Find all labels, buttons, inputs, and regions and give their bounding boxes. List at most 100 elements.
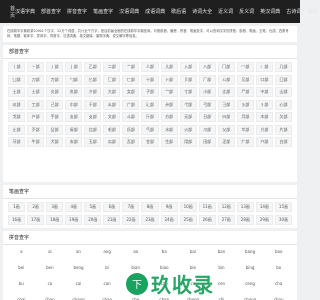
radical-link[interactable]: 水部 bbox=[160, 124, 178, 135]
radical-link[interactable]: 廴部 bbox=[141, 99, 159, 110]
pinyin-link[interactable]: ai bbox=[37, 248, 64, 256]
pinyin-link[interactable]: bai bbox=[180, 248, 207, 256]
stroke-link[interactable]: 19画 bbox=[65, 214, 83, 225]
stroke-link[interactable]: 24画 bbox=[160, 214, 178, 225]
radical-link[interactable]: 生部 bbox=[160, 137, 178, 147]
radical-link[interactable]: 亅部 bbox=[65, 62, 83, 72]
radical-link[interactable]: 疒部 bbox=[236, 137, 254, 147]
radical-link[interactable]: 丨部 bbox=[8, 62, 26, 72]
radical-link[interactable]: 冫部 bbox=[255, 62, 273, 72]
radical-link[interactable]: 刀部 bbox=[27, 74, 45, 85]
radical-link[interactable]: 文部 bbox=[103, 112, 121, 122]
radical-link[interactable]: 彡部 bbox=[236, 99, 254, 110]
nav-link[interactable]: 诗词大全 bbox=[192, 8, 212, 15]
stroke-link[interactable]: 1画 bbox=[8, 202, 26, 212]
radical-link[interactable]: 力部 bbox=[46, 74, 64, 85]
radical-link[interactable]: 牙部 bbox=[8, 137, 26, 147]
stroke-link[interactable]: 15画 bbox=[274, 202, 292, 212]
radical-link[interactable]: 癶部 bbox=[255, 137, 273, 147]
pinyin-link[interactable]: ao bbox=[122, 248, 149, 256]
radical-link[interactable]: 乙部 bbox=[84, 62, 102, 72]
pinyin-link[interactable]: ban bbox=[208, 248, 235, 256]
radical-link[interactable]: 户部 bbox=[27, 112, 45, 122]
pinyin-link[interactable]: cha bbox=[265, 280, 292, 288]
radical-link[interactable]: 己部 bbox=[46, 99, 64, 110]
stroke-link[interactable]: 6画 bbox=[103, 202, 121, 212]
radical-link[interactable]: 方部 bbox=[160, 112, 178, 122]
radical-link[interactable]: 勹部 bbox=[65, 74, 83, 85]
stroke-link[interactable]: 12画 bbox=[217, 202, 235, 212]
radical-link[interactable]: 冖部 bbox=[236, 62, 254, 72]
radical-link[interactable]: 氏部 bbox=[122, 124, 140, 135]
radical-link[interactable]: 士部 bbox=[27, 87, 45, 97]
radical-link[interactable]: 曰部 bbox=[217, 112, 235, 122]
radical-link[interactable]: 几部 bbox=[274, 62, 292, 72]
radical-link[interactable]: 田部 bbox=[198, 137, 216, 147]
stroke-link[interactable]: 14画 bbox=[255, 202, 273, 212]
radical-link[interactable]: 匸部 bbox=[122, 74, 140, 85]
pinyin-link[interactable]: bo bbox=[265, 264, 292, 272]
radical-link[interactable]: 戈部 bbox=[8, 112, 26, 122]
radical-link[interactable]: 无部 bbox=[179, 112, 197, 122]
pinyin-link[interactable]: ba bbox=[151, 248, 178, 256]
nav-link[interactable]: 近义词 bbox=[218, 8, 233, 15]
radical-link[interactable]: 用部 bbox=[179, 137, 197, 147]
radical-link[interactable]: 爿部 bbox=[255, 124, 273, 135]
radical-link[interactable]: 廾部 bbox=[160, 99, 178, 110]
stroke-link[interactable]: 8画 bbox=[141, 202, 159, 212]
stroke-link[interactable]: 22画 bbox=[122, 214, 140, 225]
pinyin-link[interactable]: chang bbox=[65, 296, 92, 300]
radical-link[interactable]: 夊部 bbox=[65, 87, 83, 97]
radical-link[interactable]: 工部 bbox=[27, 99, 45, 110]
radical-link[interactable]: 匚部 bbox=[103, 74, 121, 85]
pinyin-link[interactable]: bing bbox=[237, 264, 264, 272]
radical-link[interactable]: 攴部 bbox=[84, 112, 102, 122]
stroke-link[interactable]: 26画 bbox=[198, 214, 216, 225]
radical-link[interactable]: 手部 bbox=[46, 112, 64, 122]
stroke-link[interactable]: 5画 bbox=[84, 202, 102, 212]
pinyin-link[interactable]: chou bbox=[265, 296, 292, 300]
radical-link[interactable]: 屮部 bbox=[255, 87, 273, 97]
radical-link[interactable]: 又部 bbox=[236, 74, 254, 85]
radical-link[interactable]: 心部 bbox=[274, 99, 292, 110]
radical-link[interactable]: 气部 bbox=[141, 124, 159, 135]
radical-link[interactable]: 人部 bbox=[141, 62, 159, 72]
radical-link[interactable]: 寸部 bbox=[179, 87, 197, 97]
radical-link[interactable]: 山部 bbox=[274, 87, 292, 97]
nav-link[interactable]: 汉语字典 bbox=[15, 8, 35, 15]
stroke-link[interactable]: 21画 bbox=[103, 214, 121, 225]
radical-link[interactable]: 丿部 bbox=[46, 62, 64, 72]
nav-link[interactable]: 古诗词 bbox=[286, 8, 301, 15]
radical-link[interactable]: 囗部 bbox=[274, 74, 292, 85]
radical-link[interactable]: 歹部 bbox=[27, 124, 45, 135]
stroke-link[interactable]: 18画 bbox=[46, 214, 64, 225]
radical-link[interactable]: 卜部 bbox=[160, 74, 178, 85]
pinyin-link[interactable]: ceng bbox=[237, 280, 264, 288]
stroke-link[interactable]: 9画 bbox=[160, 202, 178, 212]
radical-link[interactable]: 片部 bbox=[274, 124, 292, 135]
pinyin-link[interactable]: chai bbox=[8, 296, 35, 300]
radical-link[interactable]: 月部 bbox=[236, 112, 254, 122]
stroke-link[interactable]: 30画 bbox=[274, 214, 292, 225]
radical-link[interactable]: 日部 bbox=[198, 112, 216, 122]
pinyin-link[interactable]: bei bbox=[8, 264, 35, 272]
pinyin-link[interactable]: bang bbox=[237, 248, 264, 256]
radical-link[interactable]: 斗部 bbox=[122, 112, 140, 122]
pinyin-link[interactable]: cai bbox=[65, 280, 92, 288]
stroke-link[interactable]: 20画 bbox=[84, 214, 102, 225]
radical-link[interactable]: 甘部 bbox=[141, 137, 159, 147]
nav-link[interactable]: 佛藏 bbox=[307, 8, 317, 15]
radical-link[interactable]: 弋部 bbox=[179, 99, 197, 110]
radical-link[interactable]: 八部 bbox=[198, 62, 216, 72]
pinyin-link[interactable]: chong bbox=[237, 296, 264, 300]
radical-link[interactable]: 殳部 bbox=[46, 124, 64, 135]
radical-link[interactable]: 广部 bbox=[122, 99, 140, 110]
nav-link[interactable]: 拼音查字 bbox=[67, 8, 87, 15]
radical-link[interactable]: 十部 bbox=[141, 74, 159, 85]
pinyin-link[interactable]: ang bbox=[94, 248, 121, 256]
pinyin-link[interactable]: chan bbox=[37, 296, 64, 300]
radical-link[interactable]: 毛部 bbox=[103, 124, 121, 135]
pinyin-link[interactable]: chao bbox=[94, 296, 121, 300]
stroke-link[interactable]: 4画 bbox=[65, 202, 83, 212]
nav-link[interactable]: 英汉词典 bbox=[260, 8, 280, 15]
